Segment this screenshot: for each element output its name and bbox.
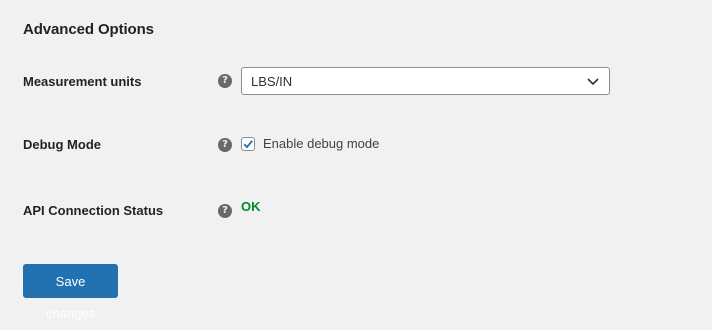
- measurement-units-label: Measurement units: [23, 74, 142, 89]
- measurement-units-select[interactable]: LBS/IN: [241, 67, 610, 95]
- chevron-down-icon: [587, 78, 599, 86]
- api-status-value: OK: [241, 199, 261, 214]
- section-title: Advanced Options: [23, 21, 154, 38]
- debug-mode-label: Debug Mode: [23, 137, 101, 152]
- question-circle-icon[interactable]: ?: [218, 74, 232, 88]
- measurement-units-selected-value: LBS/IN: [251, 74, 293, 89]
- debug-mode-checkbox[interactable]: [241, 137, 255, 151]
- debug-mode-checkbox-label[interactable]: Enable debug mode: [263, 136, 379, 151]
- checkmark-icon: [243, 140, 253, 149]
- save-changes-button[interactable]: Save changes: [23, 264, 118, 321]
- question-circle-icon[interactable]: ?: [218, 204, 232, 218]
- api-connection-status-label: API Connection Status: [23, 203, 164, 218]
- question-circle-icon[interactable]: ?: [218, 138, 232, 152]
